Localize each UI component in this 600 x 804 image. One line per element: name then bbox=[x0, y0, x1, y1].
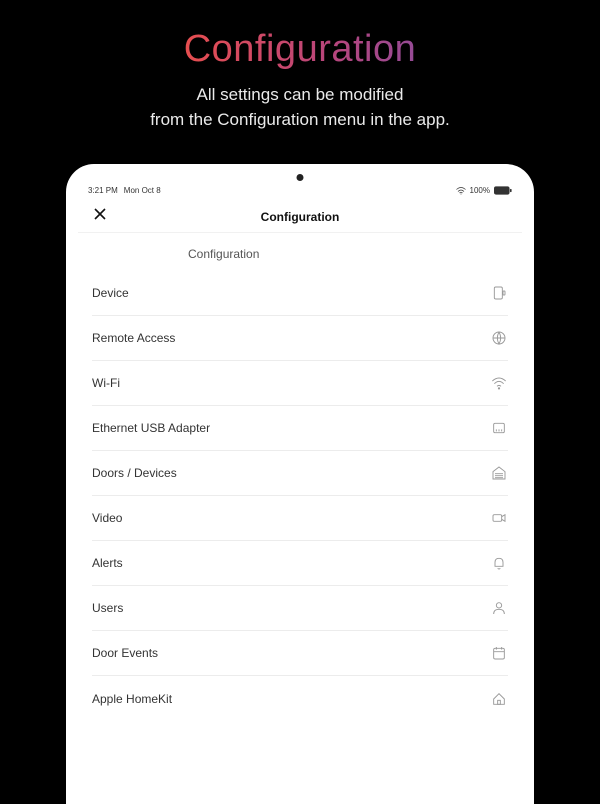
user-icon bbox=[490, 599, 508, 617]
menu-item-wifi[interactable]: Wi-Fi bbox=[92, 361, 508, 406]
menu-item-label: Remote Access bbox=[92, 331, 175, 345]
menu-item-label: Video bbox=[92, 511, 122, 525]
hero-sub-line2: from the Configuration menu in the app. bbox=[0, 108, 600, 133]
video-icon bbox=[490, 509, 508, 527]
menu-item-apple-homekit[interactable]: Apple HomeKit bbox=[92, 676, 508, 721]
wifi-signal-icon bbox=[456, 187, 466, 195]
hero-sub-line1: All settings can be modified bbox=[0, 83, 600, 108]
menu-item-label: Apple HomeKit bbox=[92, 692, 172, 706]
wifi-icon bbox=[490, 374, 508, 392]
device-frame: 3:21 PM Mon Oct 8 100% Configuration bbox=[66, 164, 534, 804]
bell-icon bbox=[490, 554, 508, 572]
device-screen: 3:21 PM Mon Oct 8 100% Configuration bbox=[78, 176, 522, 804]
menu-item-users[interactable]: Users bbox=[92, 586, 508, 631]
status-time: 3:21 PM bbox=[88, 186, 118, 195]
close-icon bbox=[93, 207, 107, 226]
menu-item-remote-access[interactable]: Remote Access bbox=[92, 316, 508, 361]
calendar-icon bbox=[490, 644, 508, 662]
menu-item-label: Users bbox=[92, 601, 123, 615]
status-date: Mon Oct 8 bbox=[124, 186, 161, 195]
garage-icon bbox=[490, 464, 508, 482]
status-bar: 3:21 PM Mon Oct 8 100% bbox=[78, 186, 522, 201]
nav-bar: Configuration bbox=[78, 201, 522, 233]
menu-item-label: Device bbox=[92, 286, 129, 300]
globe-icon bbox=[490, 329, 508, 347]
camera-dot bbox=[297, 174, 304, 181]
menu-item-label: Doors / Devices bbox=[92, 466, 177, 480]
menu-item-alerts[interactable]: Alerts bbox=[92, 541, 508, 586]
hero-title: Configuration bbox=[0, 0, 600, 71]
section-label: Configuration bbox=[78, 233, 522, 271]
menu-item-label: Alerts bbox=[92, 556, 123, 570]
ethernet-icon bbox=[490, 419, 508, 437]
menu-item-device[interactable]: Device bbox=[92, 271, 508, 316]
menu-item-ethernet-usb-adapter[interactable]: Ethernet USB Adapter bbox=[92, 406, 508, 451]
menu-item-label: Ethernet USB Adapter bbox=[92, 421, 210, 435]
close-button[interactable] bbox=[90, 207, 110, 227]
menu-item-doors-devices[interactable]: Doors / Devices bbox=[92, 451, 508, 496]
home-icon bbox=[490, 690, 508, 708]
menu-list: Device Remote Access Wi-Fi Ethernet USB … bbox=[78, 271, 522, 721]
menu-item-door-events[interactable]: Door Events bbox=[92, 631, 508, 676]
nav-title: Configuration bbox=[261, 210, 340, 224]
battery-icon bbox=[494, 186, 512, 195]
device-icon bbox=[490, 284, 508, 302]
menu-item-label: Wi-Fi bbox=[92, 376, 120, 390]
status-battery-text: 100% bbox=[470, 186, 490, 195]
menu-item-label: Door Events bbox=[92, 646, 158, 660]
menu-item-video[interactable]: Video bbox=[92, 496, 508, 541]
hero-subtitle: All settings can be modified from the Co… bbox=[0, 83, 600, 132]
